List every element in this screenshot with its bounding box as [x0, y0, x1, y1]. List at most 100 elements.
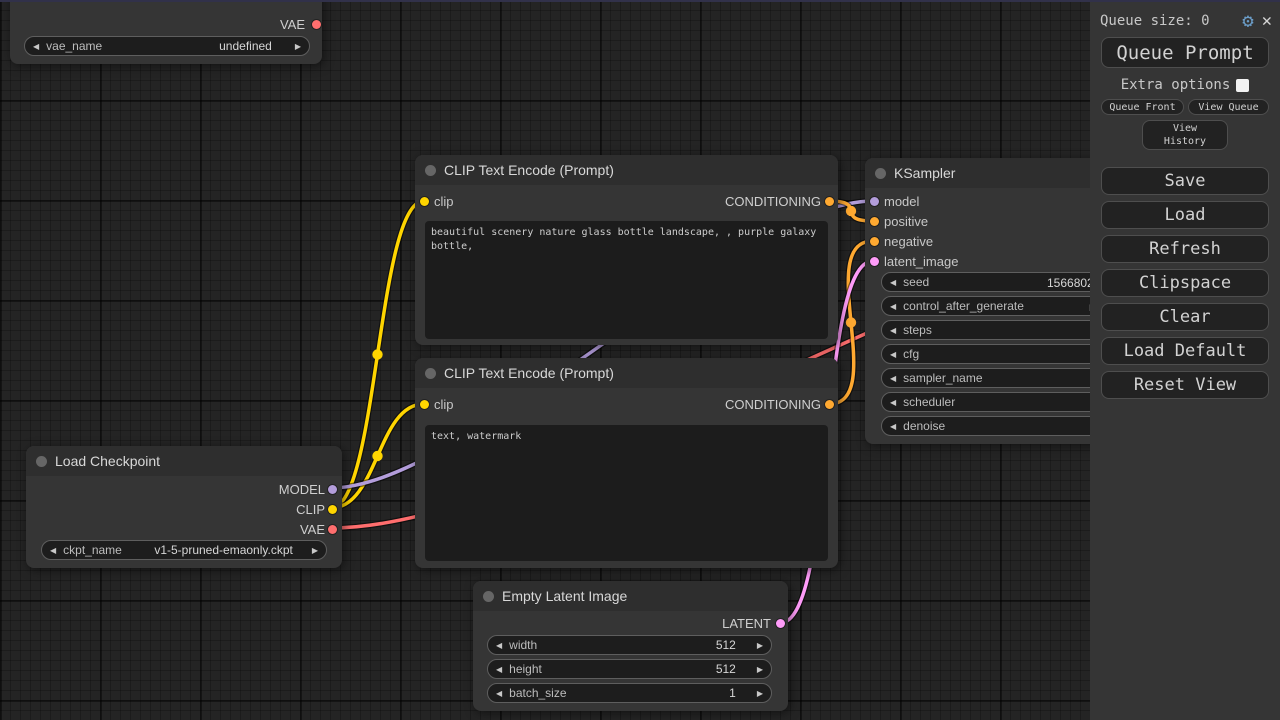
port-conditioning-output[interactable] [825, 197, 834, 206]
arrow-left-icon[interactable]: ◀ [890, 302, 896, 311]
widget-batch-size[interactable]: ◀ batch_size 1 ▶ [487, 683, 772, 703]
node-title-bar[interactable]: CLIP Text Encode (Prompt) [415, 358, 838, 388]
link-dot [372, 451, 382, 461]
port-model-input[interactable] [870, 197, 879, 206]
node-title: CLIP Text Encode (Prompt) [444, 162, 614, 178]
collapse-dot-icon[interactable] [36, 456, 47, 467]
arrow-left-icon[interactable]: ◀ [496, 689, 502, 698]
port-clip-input[interactable] [420, 400, 429, 409]
slot-label-vae: VAE [280, 15, 305, 33]
node-title: Empty Latent Image [502, 588, 627, 604]
node-title-bar[interactable]: Empty Latent Image [473, 581, 788, 611]
queue-front-button[interactable]: Queue Front [1101, 99, 1184, 115]
clipspace-button[interactable]: Clipspace [1101, 269, 1269, 297]
port-clip-input[interactable] [420, 197, 429, 206]
close-icon[interactable]: ✕ [1262, 13, 1272, 30]
slot-label-conditioning: CONDITIONING [725, 192, 821, 210]
widget-name: vae_name [46, 39, 102, 53]
arrow-left-icon[interactable]: ◀ [33, 42, 39, 51]
arrow-left-icon[interactable]: ◀ [890, 374, 896, 383]
slot-label-positive: positive [884, 212, 928, 230]
slot-label-model: MODEL [279, 480, 325, 498]
slot-label-clip: clip [434, 395, 454, 413]
load-default-button[interactable]: Load Default [1101, 337, 1269, 365]
link-dot [372, 349, 382, 359]
arrow-left-icon[interactable]: ◀ [890, 350, 896, 359]
view-history-button[interactable]: View History [1142, 120, 1228, 150]
node-title: KSampler [894, 165, 955, 181]
widget-name: batch_size [509, 686, 566, 700]
prompt-textarea[interactable]: beautiful scenery nature glass bottle la… [425, 221, 828, 339]
arrow-left-icon[interactable]: ◀ [890, 326, 896, 335]
slot-label-model: model [884, 192, 919, 210]
arrow-left-icon[interactable]: ◀ [890, 278, 896, 287]
view-queue-button[interactable]: View Queue [1188, 99, 1269, 115]
arrow-left-icon[interactable]: ◀ [890, 422, 896, 431]
widget-name: denoise [903, 419, 945, 433]
settings-gear-icon[interactable]: ⚙ [1242, 12, 1253, 31]
arrow-right-icon[interactable]: ▶ [757, 665, 763, 674]
slot-label-conditioning: CONDITIONING [725, 395, 821, 413]
reset-view-button[interactable]: Reset View [1101, 371, 1269, 399]
prompt-textarea[interactable]: text, watermark [425, 425, 828, 561]
save-button[interactable]: Save [1101, 167, 1269, 195]
widget-name: control_after_generate [903, 299, 1024, 313]
node-title: Load Checkpoint [55, 453, 160, 469]
widget-ckpt-name[interactable]: ◀ ckpt_name v1-5-pruned-emaonly.ckpt ▶ [41, 540, 327, 560]
widget-vae-name[interactable]: ◀ vae_name undefined ▶ [24, 36, 310, 56]
collapse-dot-icon[interactable] [875, 168, 886, 179]
widget-value: 512 [716, 662, 736, 676]
port-vae-output[interactable] [328, 525, 337, 534]
arrow-left-icon[interactable]: ◀ [50, 546, 56, 555]
node-title: CLIP Text Encode (Prompt) [444, 365, 614, 381]
widget-name: cfg [903, 347, 919, 361]
arrow-right-icon[interactable]: ▶ [312, 546, 318, 555]
widget-value: undefined [219, 39, 272, 53]
extra-options-checkbox[interactable] [1236, 79, 1249, 92]
widget-name: sampler_name [903, 371, 982, 385]
port-conditioning-output[interactable] [825, 400, 834, 409]
slot-label-clip: clip [434, 192, 454, 210]
refresh-button[interactable]: Refresh [1101, 235, 1269, 263]
queue-size-label: Queue size: 0 [1100, 13, 1210, 29]
arrow-right-icon[interactable]: ▶ [295, 42, 301, 51]
queue-prompt-button[interactable]: Queue Prompt [1101, 37, 1269, 68]
collapse-dot-icon[interactable] [425, 368, 436, 379]
slot-label-latent: LATENT [722, 614, 771, 632]
slot-label-latent-image: latent_image [884, 252, 958, 270]
port-model-output[interactable] [328, 485, 337, 494]
extra-options-label: Extra options [1121, 77, 1231, 93]
slot-label-vae: VAE [300, 520, 325, 538]
node-vae-loader[interactable]: VAE ◀ vae_name undefined ▶ [10, 0, 322, 64]
widget-width[interactable]: ◀ width 512 ▶ [487, 635, 772, 655]
node-title-bar[interactable]: CLIP Text Encode (Prompt) [415, 155, 838, 185]
node-empty-latent-image[interactable]: Empty Latent Image LATENT ◀ width 512 ▶ … [473, 581, 788, 711]
collapse-dot-icon[interactable] [425, 165, 436, 176]
port-latent-image-input[interactable] [870, 257, 879, 266]
port-negative-input[interactable] [870, 237, 879, 246]
widget-name: height [509, 662, 542, 676]
port-vae-output[interactable] [312, 20, 321, 29]
arrow-right-icon[interactable]: ▶ [757, 641, 763, 650]
widget-value: v1-5-pruned-emaonly.ckpt [154, 543, 293, 557]
widget-name: steps [903, 323, 932, 337]
widget-value: 1 [729, 686, 736, 700]
port-latent-output[interactable] [776, 619, 785, 628]
node-title-bar[interactable]: Load Checkpoint [26, 446, 342, 476]
load-button[interactable]: Load [1101, 201, 1269, 229]
slot-label-clip: CLIP [296, 500, 325, 518]
port-clip-output[interactable] [328, 505, 337, 514]
arrow-left-icon[interactable]: ◀ [496, 665, 502, 674]
node-clip-text-encode-negative[interactable]: CLIP Text Encode (Prompt) clip CONDITION… [415, 358, 838, 568]
node-clip-text-encode-positive[interactable]: CLIP Text Encode (Prompt) clip CONDITION… [415, 155, 838, 345]
widget-value: 512 [716, 638, 736, 652]
clear-button[interactable]: Clear [1101, 303, 1269, 331]
arrow-left-icon[interactable]: ◀ [496, 641, 502, 650]
node-load-checkpoint[interactable]: Load Checkpoint MODEL CLIP VAE ◀ ckpt_na… [26, 446, 342, 568]
port-positive-input[interactable] [870, 217, 879, 226]
collapse-dot-icon[interactable] [483, 591, 494, 602]
widget-name: scheduler [903, 395, 955, 409]
arrow-left-icon[interactable]: ◀ [890, 398, 896, 407]
widget-height[interactable]: ◀ height 512 ▶ [487, 659, 772, 679]
arrow-right-icon[interactable]: ▶ [757, 689, 763, 698]
